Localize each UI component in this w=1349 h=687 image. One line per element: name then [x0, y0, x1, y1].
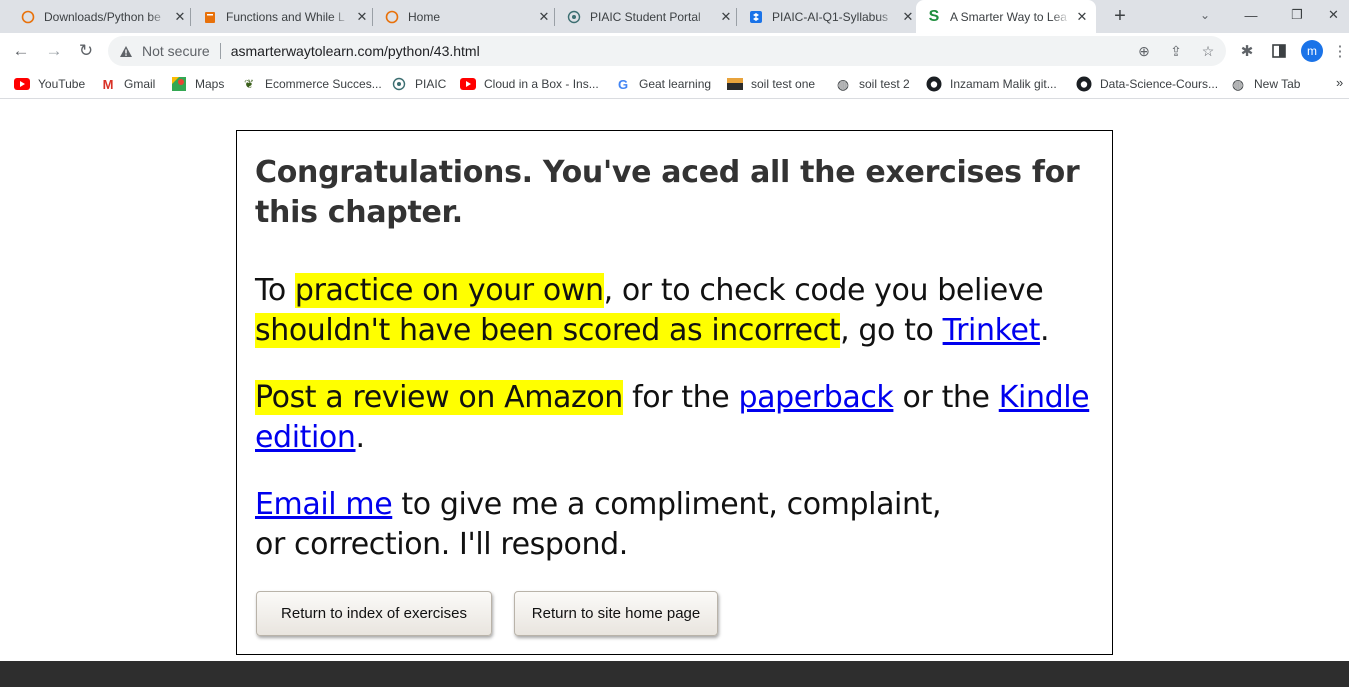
tab-downloads-python[interactable]: Downloads/Python be ✕: [12, 0, 188, 33]
warning-icon[interactable]: [118, 43, 134, 59]
highlight-practice: practice on your own: [294, 273, 604, 308]
github-icon: [1076, 76, 1092, 92]
close-icon[interactable]: ✕: [900, 9, 916, 25]
book-icon: [202, 9, 218, 25]
side-panel-icon[interactable]: [1269, 41, 1289, 61]
content-box: Congratulations. You've aced all the exe…: [236, 130, 1113, 655]
bookmark-new-tab[interactable]: ◍ New Tab: [1230, 75, 1301, 93]
address-bar[interactable]: Not secure asmarterwaytolearn.com/python…: [108, 36, 1226, 66]
tab-separator: [372, 8, 373, 26]
tab-separator: [736, 8, 737, 26]
star-icon[interactable]: ☆: [1200, 43, 1216, 59]
close-icon[interactable]: ✕: [536, 9, 552, 25]
maps-icon: [171, 76, 187, 92]
close-window-icon[interactable]: ✕: [1318, 0, 1349, 30]
close-icon[interactable]: ✕: [354, 9, 370, 25]
security-label: Not secure: [142, 43, 210, 59]
tab-strip: Downloads/Python be ✕ Functions and Whil…: [0, 0, 1349, 33]
extensions-icon[interactable]: ✱: [1237, 41, 1257, 61]
loading-ring-icon: [384, 9, 400, 25]
paperback-link[interactable]: paperback: [738, 380, 893, 415]
email-paragraph: Email me to give me a compliment, compla…: [255, 487, 942, 562]
youtube-icon: [14, 76, 30, 92]
highlight-incorrect: shouldn't have been scored as incorrect: [255, 313, 841, 348]
close-icon[interactable]: ✕: [1074, 9, 1090, 25]
dropbox-icon: [748, 9, 764, 25]
bookmark-cloud-in-a-box[interactable]: Cloud in a Box - Ins...: [460, 75, 599, 93]
review-paragraph: Post a review on Amazon for the paperbac…: [255, 380, 1090, 455]
tab-smarter-way[interactable]: S A Smarter Way to Lea ✕: [916, 0, 1096, 33]
github-icon: [926, 76, 942, 92]
page-footer-bar: [0, 661, 1349, 687]
google-icon: G: [617, 76, 629, 92]
address-divider: [219, 43, 221, 59]
tab-functions[interactable]: Functions and While L ✕: [194, 0, 370, 33]
profile-avatar[interactable]: m: [1301, 40, 1323, 62]
url-text[interactable]: asmarterwaytolearn.com/python/43.html: [231, 43, 480, 59]
bookmark-ecommerce[interactable]: ❦ Ecommerce Succes...: [241, 75, 382, 93]
s-logo-icon: S: [928, 7, 940, 25]
minimize-icon[interactable]: —: [1228, 0, 1274, 30]
ecommerce-icon: ❦: [243, 77, 255, 91]
tab-search-icon[interactable]: ⌄: [1196, 6, 1214, 24]
email-me-link[interactable]: Email me: [255, 487, 393, 522]
more-bookmarks-icon[interactable]: »: [1336, 75, 1343, 90]
bookmark-youtube[interactable]: YouTube: [14, 75, 85, 93]
loading-ring-icon: [20, 9, 36, 25]
tab-piaic-syllabus[interactable]: PIAIC-AI-Q1-Syllabus ✕: [740, 0, 916, 33]
piaic-logo-icon: [566, 9, 582, 25]
bookmark-maps[interactable]: Maps: [171, 75, 224, 93]
bookmark-data-science[interactable]: Data-Science-Cours...: [1076, 75, 1218, 93]
zoom-icon[interactable]: ⊕: [1136, 43, 1152, 59]
close-icon[interactable]: ✕: [172, 9, 188, 25]
close-icon[interactable]: ✕: [718, 9, 734, 25]
gmail-icon: M: [102, 76, 114, 92]
tab-separator: [190, 8, 191, 26]
practice-paragraph: To practice on your own, or to check cod…: [255, 273, 1050, 348]
page-title: Congratulations. You've aced all the exe…: [255, 155, 1080, 230]
tab-separator: [554, 8, 555, 26]
bookmarks-bar: YouTube M Gmail Maps ❦ Ecommerce Succes.…: [0, 69, 1349, 99]
share-icon[interactable]: ⇪: [1168, 43, 1184, 59]
return-to-index-button[interactable]: Return to index of exercises: [256, 591, 492, 636]
bookmark-geat-learning[interactable]: G Geat learning: [615, 75, 711, 93]
new-tab-button[interactable]: +: [1108, 4, 1132, 28]
reload-icon[interactable]: ↻: [73, 38, 99, 64]
youtube-icon: [460, 76, 476, 92]
bookmark-piaic[interactable]: PIAIC: [391, 75, 446, 93]
highlight-review: Post a review on Amazon: [255, 380, 623, 415]
bookmark-soil-test-2[interactable]: ◍ soil test 2: [835, 75, 910, 93]
piaic-logo-icon: [391, 76, 407, 92]
bookmark-gmail[interactable]: M Gmail: [100, 75, 156, 93]
forward-icon[interactable]: →: [41, 38, 67, 64]
tab-home[interactable]: Home ✕: [376, 0, 552, 33]
trinket-link[interactable]: Trinket: [943, 313, 1041, 348]
menu-icon[interactable]: ⋮: [1333, 41, 1348, 61]
globe-icon: ◍: [836, 75, 850, 92]
browser-toolbar: ← → ↻ Not secure asmarterwaytolearn.com/…: [0, 33, 1349, 69]
sts-icon: [727, 76, 743, 92]
bookmark-soil-test-one[interactable]: soil test one: [727, 75, 815, 93]
bookmark-inzamam-github[interactable]: Inzamam Malik git...: [926, 75, 1057, 93]
return-to-home-button[interactable]: Return to site home page: [514, 591, 718, 636]
back-icon[interactable]: ←: [8, 38, 34, 64]
page-content: Congratulations. You've aced all the exe…: [0, 100, 1349, 661]
tab-piaic-portal[interactable]: PIAIC Student Portal ✕: [558, 0, 734, 33]
restore-icon[interactable]: ❐: [1274, 0, 1320, 30]
globe-icon: ◍: [1231, 75, 1245, 92]
